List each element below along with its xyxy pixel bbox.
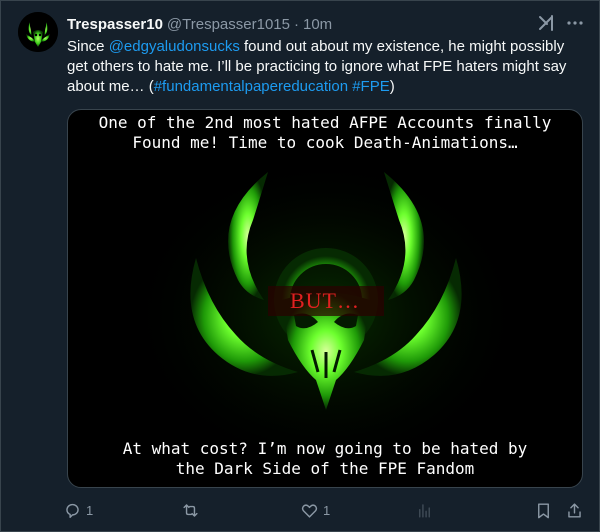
separator-dot: · <box>293 15 299 33</box>
tweet-media-image[interactable]: One of the 2nd most hated AFPE Accounts … <box>67 109 583 488</box>
like-button[interactable]: 1 <box>300 499 330 521</box>
caption-top-line1: One of the 2nd most hated AFPE Accounts … <box>98 113 552 132</box>
share-icon <box>568 502 581 518</box>
caption-bottom-line2: the Dark Side of the FPE Fandom <box>175 459 475 478</box>
bookmark-icon <box>538 502 549 518</box>
grok-icon[interactable] <box>538 14 556 32</box>
hashtag-link[interactable]: #fundamentalpapereducation <box>154 78 348 95</box>
mention-link[interactable]: @edgyaludonsucks <box>109 38 240 55</box>
views-icon <box>419 503 430 518</box>
tweet-text: Since @edgyaludonsucks found out about m… <box>67 37 587 97</box>
hashtag-link[interactable]: #FPE <box>352 78 390 95</box>
biohazard-skull-avatar-icon <box>18 12 58 52</box>
author-handle[interactable]: @Trespasser1015 <box>167 16 290 33</box>
author-name[interactable]: Trespasser10 <box>67 16 163 33</box>
reply-icon <box>66 503 79 518</box>
tweet-text-part: ) <box>389 78 395 95</box>
retweet-button[interactable] <box>181 499 204 521</box>
like-count: 1 <box>323 502 331 518</box>
avatar[interactable] <box>18 12 58 52</box>
caption-top-line2: Found me! Time to cook Death-Animations… <box>132 133 518 152</box>
media-center-text: BUT… <box>290 288 360 313</box>
more-icon[interactable] <box>565 13 585 33</box>
tweet-header: Trespasser10 @Trespasser1015 · 10m <box>67 14 579 34</box>
media-caption-bottom: At what cost? I’m now going to be hated … <box>68 439 582 479</box>
bookmark-button[interactable] <box>534 499 553 521</box>
views-button[interactable] <box>415 499 438 521</box>
reply-button[interactable]: 1 <box>63 499 93 521</box>
tweet-text-part: Since <box>67 38 109 55</box>
caption-bottom-line1: At what cost? I’m now going to be hated … <box>122 439 528 458</box>
share-button[interactable] <box>565 499 584 521</box>
retweet-icon <box>183 503 198 517</box>
heart-icon <box>301 503 318 518</box>
tweet-card[interactable]: Trespasser10 @Trespasser1015 · 10m Since… <box>0 0 600 532</box>
tweet-time[interactable]: 10m <box>303 16 332 33</box>
reply-count: 1 <box>86 502 94 518</box>
tweet-actions: 1 1 <box>63 499 593 523</box>
media-caption-top: One of the 2nd most hated AFPE Accounts … <box>68 113 582 153</box>
